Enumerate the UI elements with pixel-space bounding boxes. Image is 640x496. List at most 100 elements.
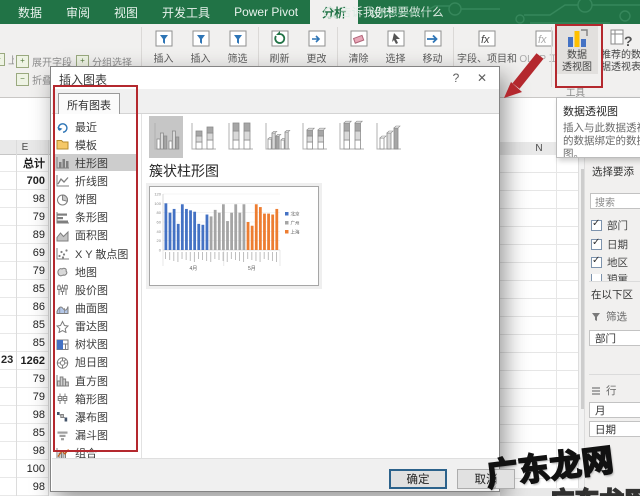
filter-connections-icon	[229, 30, 246, 47]
column3d-thumbnail-icon	[376, 123, 401, 150]
stacked100-thumbnail-icon	[228, 122, 253, 150]
watermark-secondary: 广东龙网	[549, 481, 640, 496]
collapse-field-icon: −	[16, 73, 29, 86]
help-button[interactable]: ?	[443, 69, 469, 87]
rows-field-pill-date[interactable]: 日期	[589, 421, 640, 437]
ribbon-button-select[interactable]: 选择	[377, 27, 414, 65]
rows-icon	[592, 386, 600, 395]
svg-text:广州: 广州	[291, 220, 300, 227]
ribbon-tab-Power Pivot[interactable]: Power Pivot	[222, 0, 310, 24]
recommended-label-2: 据透视表	[601, 62, 640, 73]
sheet-cell[interactable]: 100	[0, 460, 48, 478]
ribbon-tab-视图[interactable]: 视图	[102, 0, 150, 24]
sheet-cell[interactable]: 79	[0, 262, 48, 280]
recommended-pivottable-icon: ?	[610, 29, 633, 49]
svg-text:60: 60	[157, 220, 162, 225]
subtype-stacked100[interactable]	[223, 116, 257, 158]
recommended-pivottable-button[interactable]: ? 推荐的数 据透视表	[601, 26, 640, 74]
filter-area-header: 筛选	[591, 309, 627, 324]
filter-icon	[592, 312, 600, 321]
sheet-cell[interactable]: 86	[0, 298, 48, 316]
ribbon-button-refresh[interactable]: 刷新	[261, 27, 298, 65]
svg-text:20: 20	[157, 238, 162, 243]
subtype-stacked[interactable]	[186, 116, 220, 158]
checkbox-icon[interactable]	[591, 237, 602, 250]
sheet-cell[interactable]: 98	[0, 478, 48, 496]
svg-text:北京: 北京	[291, 211, 300, 218]
sheet-cell[interactable]: 85	[0, 334, 48, 352]
search-input[interactable]: 搜索	[590, 193, 640, 209]
clustered3d-thumbnail-icon	[265, 123, 291, 150]
sheet-cell[interactable]: 79	[0, 388, 48, 406]
svg-text:fx: fx	[538, 34, 547, 46]
ribbon-button-change-source[interactable]: 更改	[298, 27, 335, 65]
svg-text:fx: fx	[481, 34, 490, 46]
worksheet-left-strip[interactable]: E 总计 700 98 79 89 69 79 85 86 85 85 1262 23 79 79 98 85 9…	[0, 97, 50, 496]
sheet-cell[interactable]: 79	[0, 370, 48, 388]
ok-button[interactable]: 确定	[389, 469, 447, 489]
annotation-box-chart-list	[53, 85, 138, 452]
svg-text:120: 120	[154, 192, 161, 197]
drag-areas-label: 在以下区	[591, 289, 633, 301]
ribbon-button-insert-slicer[interactable]: 插入	[145, 27, 182, 65]
ribbon-button-filter-connections[interactable]: 筛选	[219, 27, 256, 65]
sheet-cell[interactable]: 85	[0, 280, 48, 298]
sheet-cell[interactable]: 98	[0, 190, 48, 208]
subtype-clustered3d[interactable]	[260, 116, 294, 158]
filter-field-pill[interactable]: 部门	[589, 330, 640, 346]
ribbon-button-drill-up[interactable]: +上钻	[0, 52, 14, 67]
svg-text:40: 40	[157, 229, 162, 234]
checkbox-icon[interactable]	[591, 255, 602, 268]
recommended-label-1: 推荐的数	[601, 50, 640, 61]
ribbon-button-clear[interactable]: 清除	[340, 27, 377, 65]
sheet-cell[interactable]: 98	[0, 406, 48, 424]
ribbon-button-insert-timeline[interactable]: 插入	[182, 27, 219, 65]
change-source-icon	[308, 30, 325, 47]
subtype-clustered[interactable]	[149, 116, 183, 158]
svg-text:0: 0	[159, 248, 162, 253]
column-header-e[interactable]: E	[0, 140, 50, 155]
stacked100-3d-thumbnail-icon	[339, 120, 364, 150]
insert-timeline-icon	[192, 30, 209, 47]
drill-up-icon: +	[0, 53, 5, 66]
sheet-cell[interactable]: 98	[0, 442, 48, 460]
svg-text:?: ?	[624, 33, 633, 49]
field-checkbox-日期[interactable]: 日期	[591, 237, 628, 252]
sheet-cell[interactable]: 总计	[0, 154, 48, 172]
sheet-cell[interactable]: 85	[0, 424, 48, 442]
sheet-cell[interactable]: 89	[0, 226, 48, 244]
subtype-stacked100-3d[interactable]	[334, 116, 368, 158]
svg-text:80: 80	[157, 210, 162, 215]
stacked-thumbnail-icon	[191, 123, 216, 150]
clear-icon	[350, 30, 367, 47]
rows-field-pill-month[interactable]: 月	[589, 402, 640, 418]
pivotchart-tooltip: 数据透视图 插入与此数据透视 的数据绑定的数据 图。	[556, 97, 640, 158]
sheet-cell[interactable]: 700	[0, 172, 48, 190]
move-icon	[424, 30, 441, 47]
sheet-cell[interactable]: 79	[0, 208, 48, 226]
expand-field-icon: +	[16, 55, 29, 68]
tooltip-title: 数据透视图	[563, 106, 618, 118]
checkbox-icon[interactable]	[591, 218, 602, 231]
chart-preview[interactable]: 120 100 80 60 40 20 0 4月 5月 北京 广州 上海	[149, 186, 319, 286]
sheet-cell[interactable]: 69	[0, 244, 48, 262]
sheet-cell[interactable]: 85	[0, 316, 48, 334]
rows-area-header: 行	[591, 383, 617, 398]
field-checkbox-部门[interactable]: 部门	[591, 218, 628, 233]
ribbon-title-bar: 数据 审阅 视图 开发工具 Power Pivot 分析 设计 告诉我你想要做什么	[0, 0, 640, 24]
insert-slicer-icon	[155, 30, 172, 47]
svg-text:4月: 4月	[190, 266, 198, 272]
svg-text:100: 100	[154, 201, 161, 206]
circuit-decoration	[380, 0, 640, 24]
select-icon	[387, 30, 404, 47]
excel-window: 数据审阅视图开发工具Power Pivot分析设计 告诉我你想要做什么 +上钻+…	[0, 0, 640, 496]
field-checkbox-地区[interactable]: 地区	[591, 255, 628, 270]
ribbon-button-move[interactable]: 移动	[414, 27, 451, 65]
ribbon-tab-开发工具[interactable]: 开发工具	[150, 0, 222, 24]
search-icon	[324, 6, 335, 18]
subtype-stacked3d[interactable]	[297, 116, 331, 158]
ribbon-tab-审阅[interactable]: 审阅	[54, 0, 102, 24]
clustered-thumbnail-icon	[154, 123, 180, 150]
subtype-column3d[interactable]	[371, 116, 405, 158]
ribbon-tab-数据[interactable]: 数据	[6, 0, 54, 24]
